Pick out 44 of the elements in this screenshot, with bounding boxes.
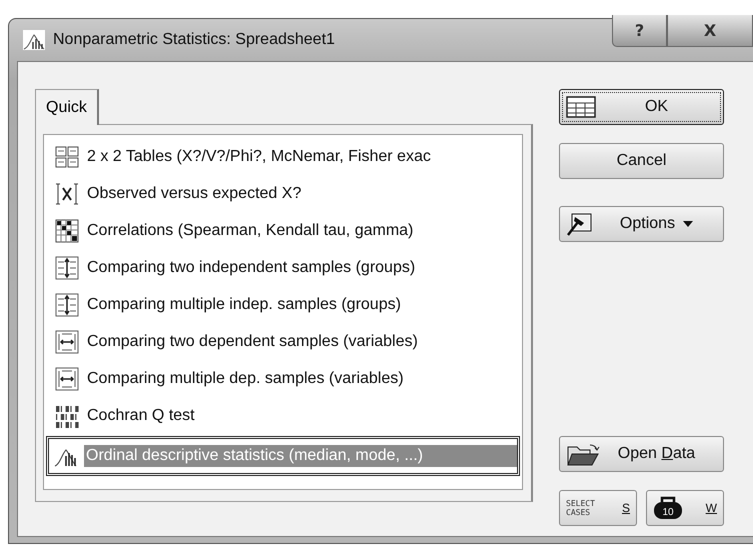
item-label: 2 x 2 Tables (X?/V?/Phi?, McNemar, Fisher exac (86, 146, 432, 166)
groups-icon (55, 292, 79, 316)
item-label: Comparing two independent samples (groups) (86, 258, 416, 278)
dropdown-arrow-icon (683, 221, 694, 227)
list-item[interactable]: Comparing two independent samples (groups) (46, 249, 520, 286)
ok-button[interactable]: OK (559, 89, 724, 125)
variables-icon (55, 330, 79, 354)
table-icon (55, 144, 79, 168)
weight-button[interactable]: 10 W (646, 490, 724, 526)
item-label: Comparing two dependent samples (variables) (86, 332, 419, 352)
item-label: Comparing multiple indep. samples (groups) (86, 294, 402, 314)
groups-icon (55, 256, 79, 280)
options-button[interactable]: Options (559, 206, 724, 242)
item-label: Observed versus expected X? (86, 184, 302, 204)
list-item[interactable]: Observed versus expected X? (46, 175, 520, 212)
shortcut-key: S (622, 501, 630, 515)
list-item[interactable]: Comparing two dependent samples (variables) (46, 323, 520, 360)
shortcut-key: W (706, 501, 717, 515)
select-cases-label: SELECT CASES (566, 499, 596, 517)
open-data-button[interactable]: Open Data (559, 436, 724, 472)
close-button[interactable]: X (667, 15, 753, 47)
item-label: Correlations (Spearman, Kendall tau, gamma) (86, 220, 414, 240)
weight-label: 10 (662, 507, 674, 518)
hammer-icon (566, 213, 592, 237)
tab[interactable]: Quick (35, 89, 99, 125)
folder-icon (566, 443, 600, 467)
list-item[interactable]: Correlations (Spearman, Kendall tau, gamma) (46, 212, 520, 249)
chart-icon (23, 30, 45, 50)
item-label: Comparing multiple dep. samples (variables) (86, 368, 405, 388)
list-item[interactable]: Comparing multiple indep. samples (groups) (46, 286, 520, 323)
window-title: Nonparametric Statistics: Spreadsheet1 (53, 31, 335, 49)
variables-icon (55, 366, 79, 390)
cancel-button[interactable]: Cancel (559, 143, 724, 179)
list-item[interactable]: Comparing multiple dep. samples (variables) (46, 360, 520, 397)
spreadsheet-icon (566, 96, 596, 118)
item-label: Ordinal descriptive statistics (median, mode, ...) (84, 445, 517, 467)
select-cases-button[interactable]: SELECT CASES S (559, 490, 637, 526)
matrix-icon (55, 182, 79, 206)
grid-icon (55, 218, 79, 242)
binary-icon (55, 404, 79, 428)
list-item[interactable]: Cochran Q test (46, 397, 520, 434)
help-button[interactable]: ? (612, 15, 667, 47)
item-label: Cochran Q test (86, 406, 196, 426)
list-item[interactable]: 2 x 2 Tables (X?/V?/Phi?, McNemar, Fisher exac (46, 138, 520, 175)
